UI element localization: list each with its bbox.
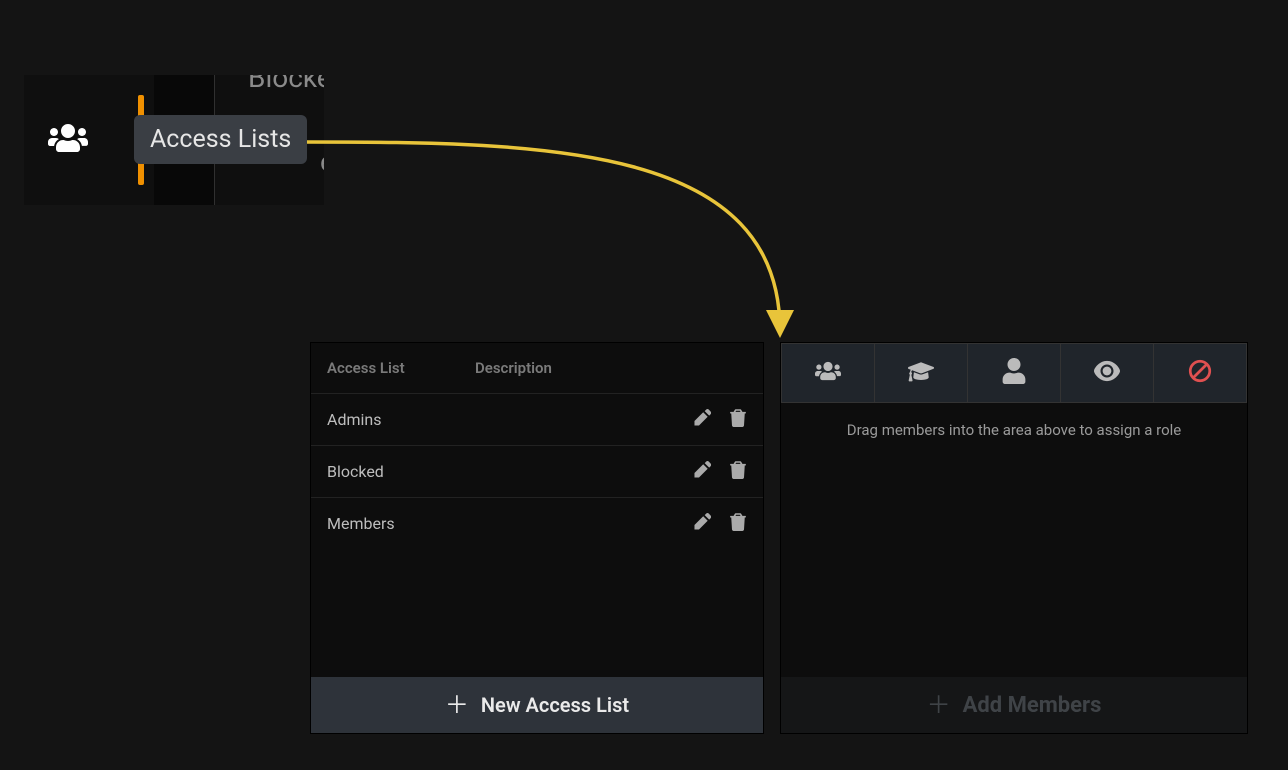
roles-panel: Drag members into the area above to assi…: [780, 342, 1248, 734]
role-tab-moderators[interactable]: [875, 344, 968, 402]
new-access-list-label: New Access List: [481, 693, 629, 717]
access-list-row[interactable]: Blocked: [311, 445, 763, 497]
edit-icon[interactable]: [693, 513, 711, 535]
edit-icon[interactable]: [693, 409, 711, 431]
access-list-header: Access List Description: [311, 343, 763, 393]
col-header-description: Description: [475, 359, 747, 377]
access-list-row[interactable]: Members: [311, 497, 763, 549]
role-tab-owners[interactable]: [782, 344, 875, 402]
new-access-list-button[interactable]: ＋ New Access List: [311, 677, 763, 733]
users-icon: [815, 358, 841, 388]
user-icon: [1001, 358, 1027, 388]
add-members-button[interactable]: ＋ Add Members: [781, 677, 1247, 733]
plus-icon: ＋: [445, 693, 469, 717]
ban-icon: [1187, 358, 1213, 388]
access-list-name: Blocked: [327, 462, 475, 481]
trash-icon[interactable]: [729, 513, 747, 535]
edit-icon[interactable]: [693, 461, 711, 483]
access-list-row[interactable]: Admins: [311, 393, 763, 445]
plus-icon: ＋: [927, 693, 951, 717]
users-icon: [48, 118, 88, 162]
role-tab-blocked[interactable]: [1154, 344, 1246, 402]
graduation-cap-icon: [908, 358, 934, 388]
drag-hint-text: Drag members into the area above to assi…: [781, 403, 1247, 449]
panels-row: Access List Description Admins Blocked M…: [310, 342, 1248, 734]
access-list-panel: Access List Description Admins Blocked M…: [310, 342, 764, 734]
roles-drop-area[interactable]: [781, 449, 1247, 677]
tooltip-label: Access Lists: [150, 125, 291, 154]
role-tab-members[interactable]: [968, 344, 1061, 402]
role-tab-viewers[interactable]: [1061, 344, 1154, 402]
col-header-name: Access List: [327, 359, 475, 377]
eye-icon: [1094, 358, 1120, 388]
access-list-name: Members: [327, 514, 475, 533]
annotation-arrow: [300, 136, 820, 346]
access-list-name: Admins: [327, 410, 475, 429]
nav-partial-text-top: Blocked: [248, 75, 324, 94]
nav-access-lists-icon-button[interactable]: [24, 75, 112, 205]
nav-tooltip-access-lists: Access Lists: [134, 115, 307, 164]
role-tabs: [781, 343, 1247, 403]
add-members-label: Add Members: [963, 693, 1102, 718]
trash-icon[interactable]: [729, 461, 747, 483]
nav-partial-text-bottom: er: [320, 145, 324, 178]
trash-icon[interactable]: [729, 409, 747, 431]
